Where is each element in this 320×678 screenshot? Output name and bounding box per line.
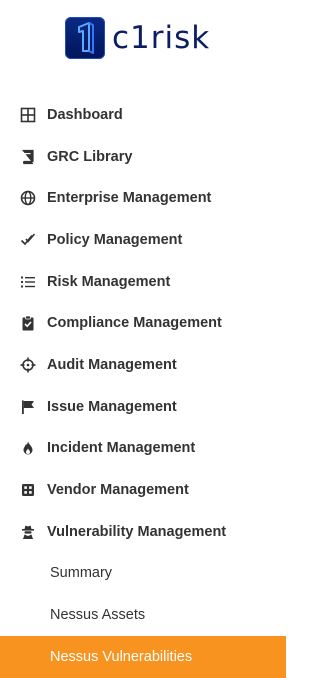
sidebar-item-incident-management[interactable]: Incident Management	[0, 428, 286, 470]
clipboard-check-icon	[19, 314, 37, 332]
list-icon	[19, 273, 37, 291]
sidebar-item-label: Audit Management	[47, 356, 177, 373]
sidebar-item-label: Issue Management	[47, 398, 177, 415]
book-icon	[19, 148, 37, 166]
sidebar-item-dashboard[interactable]: Dashboard	[0, 94, 286, 136]
sidebar-item-compliance-management[interactable]: Compliance Management	[0, 302, 286, 344]
sidebar-item-vendor-management[interactable]: Vendor Management	[0, 469, 286, 511]
sidebar-item-grc-library[interactable]: GRC Library	[0, 136, 286, 178]
sidebar-item-label: Vendor Management	[47, 482, 189, 499]
grid-icon	[19, 106, 37, 124]
vendor-icon	[19, 481, 37, 499]
sidebar-item-policy-management[interactable]: Policy Management	[0, 219, 286, 261]
brand-name: c1risk	[112, 19, 211, 56]
sidebar-item-label: Dashboard	[47, 106, 123, 123]
sidebar-subitem-nessus-assets[interactable]: Nessus Assets	[0, 594, 286, 636]
sidebar-item-label: Policy Management	[47, 231, 183, 248]
sidebar-item-issue-management[interactable]: Issue Management	[0, 386, 286, 428]
brand-logo[interactable]: c1risk	[65, 16, 210, 60]
logo-mark-icon	[65, 17, 105, 59]
fire-icon	[19, 439, 37, 457]
flag-icon	[19, 398, 37, 416]
sidebar-item-label: Risk Management	[47, 273, 171, 290]
spy-icon	[19, 523, 37, 541]
sidebar-item-enterprise-management[interactable]: Enterprise Management	[0, 177, 286, 219]
sidebar-item-risk-management[interactable]: Risk Management	[0, 261, 286, 303]
sidebar-item-label: GRC Library	[47, 148, 133, 165]
sidebar-item-label: Enterprise Management	[47, 190, 212, 207]
sidebar-subitem-nessus-vulnerabilities[interactable]: Nessus Vulnerabilities	[0, 635, 286, 678]
sidebar-item-vulnerability-management[interactable]: Vulnerability Management	[0, 511, 286, 553]
sidebar-subitem-label: Nessus Assets	[50, 607, 146, 624]
crosshair-icon	[19, 356, 37, 374]
globe-icon	[19, 189, 37, 207]
sidebar-subitem-label: Nessus Vulnerabilities	[50, 648, 193, 665]
sidebar-subitem-summary[interactable]: Summary	[0, 553, 286, 595]
double-check-icon	[19, 231, 37, 249]
sidebar-item-audit-management[interactable]: Audit Management	[0, 344, 286, 386]
sidebar-item-label: Compliance Management	[47, 315, 222, 332]
sidebar-item-label: Incident Management	[47, 440, 196, 457]
sidebar-nav: Dashboard GRC Library Enterprise Managem…	[0, 94, 286, 678]
sidebar-item-label: Vulnerability Management	[47, 523, 227, 540]
sidebar-subitem-label: Summary	[50, 565, 113, 582]
